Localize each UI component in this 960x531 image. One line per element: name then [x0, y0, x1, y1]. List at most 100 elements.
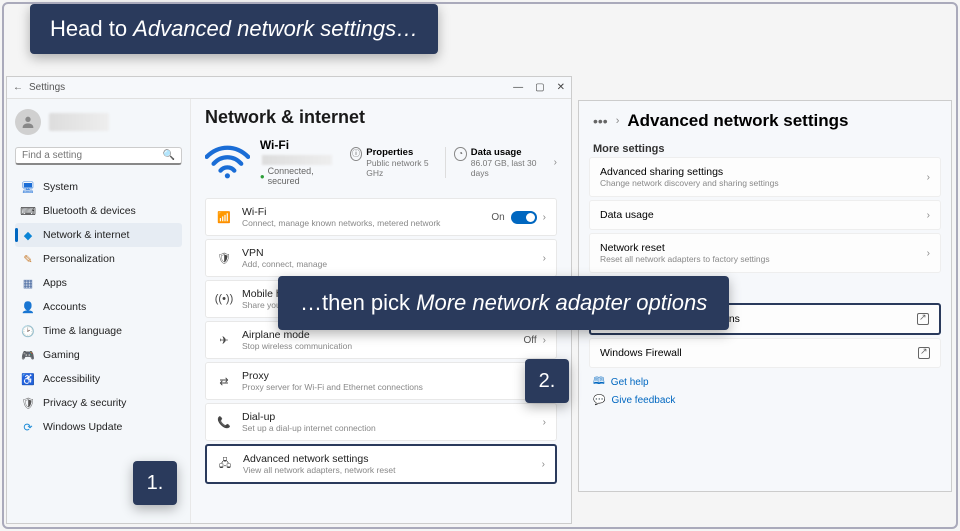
info-icon: ⓘ	[350, 147, 362, 161]
row-subtitle: Add, connect, manage	[242, 259, 533, 269]
feedback-icon: 💬	[593, 395, 605, 406]
row-title: Data usage	[600, 209, 927, 221]
maximize-icon[interactable]: ▢	[535, 82, 544, 93]
row-data-usage[interactable]: Data usage›	[589, 200, 941, 230]
nav-icon: 🕑	[21, 324, 35, 338]
row-network-reset[interactable]: Network resetReset all network adapters …	[589, 233, 941, 273]
wifi-icon: 📶	[216, 209, 232, 225]
chart-icon: ◔	[454, 147, 466, 161]
properties-label: Properties	[366, 147, 437, 158]
proxy-icon: ⇄	[216, 373, 232, 389]
external-link-icon	[917, 313, 929, 325]
close-icon[interactable]: ✕	[557, 82, 565, 93]
hotspot-icon: ((•))	[216, 291, 232, 307]
give-feedback-link[interactable]: 💬 Give feedback	[593, 395, 937, 406]
chevron-right-icon: ›	[927, 172, 930, 183]
properties-button[interactable]: ⓘ PropertiesPublic network 5 GHz	[342, 147, 438, 178]
nav-icon: 🛡	[21, 396, 35, 410]
nav-label: Accounts	[43, 301, 86, 313]
row-title: Dial-up	[242, 411, 533, 423]
chevron-right-icon: ›	[616, 115, 620, 127]
row-title: Network reset	[600, 242, 927, 254]
minimize-icon[interactable]: —	[513, 82, 523, 93]
row-advanced-sharing-settings[interactable]: Advanced sharing settingsChange network …	[589, 157, 941, 197]
data-usage-button[interactable]: ◔ Data usage86.07 GB, last 30 days	[445, 147, 545, 178]
row-subtitle: Proxy server for Wi-Fi and Ethernet conn…	[242, 382, 533, 392]
get-help-link[interactable]: 🕮Get help	[593, 374, 937, 391]
ssid-redacted	[262, 155, 332, 165]
sidebar-item-accounts[interactable]: 👤 Accounts	[15, 295, 182, 319]
nav-icon: 🎮	[21, 348, 35, 362]
nav-label: Apps	[43, 277, 67, 289]
callout2-text-pre: …then pick	[300, 290, 416, 315]
sidebar-item-system[interactable]: 🖥 System	[15, 175, 182, 199]
nav-icon: 🖥	[21, 180, 35, 194]
sidebar-item-windows-update[interactable]: ⟳Windows Update	[15, 415, 182, 439]
avatar-icon	[15, 109, 41, 135]
row-title: Airplane mode	[242, 329, 514, 341]
chevron-right-icon: ›	[543, 335, 546, 346]
chevron-right-icon[interactable]: ›	[554, 157, 557, 168]
callout1-text-em: Advanced network settings…	[133, 16, 418, 41]
nav-icon: ⌨	[21, 204, 35, 218]
nav-icon: ♿	[21, 372, 35, 386]
row-proxy[interactable]: ⇄ ProxyProxy server for Wi-Fi and Ethern…	[205, 362, 557, 400]
wifi-icon	[205, 143, 250, 181]
chevron-right-icon: ›	[543, 253, 546, 264]
row-subtitle: Stop wireless communication	[242, 341, 514, 351]
callout-step1: Head to Advanced network settings…	[30, 4, 438, 54]
callout-step2: …then pick More network adapter options	[278, 276, 729, 330]
sidebar-item-personalization[interactable]: ✎Personalization	[15, 247, 182, 271]
nav-label: Network & internet	[43, 229, 129, 241]
nav-label: Personalization	[43, 253, 115, 265]
vpn-icon: 🛡	[216, 250, 232, 266]
nav-icon: 👤	[21, 300, 35, 314]
dialup-icon: 📞	[216, 414, 232, 430]
row-wi-fi[interactable]: 📶 Wi-FiConnect, manage known networks, m…	[205, 198, 557, 236]
breadcrumb-overflow-icon[interactable]: •••	[593, 113, 608, 129]
sidebar-item-gaming[interactable]: 🎮Gaming	[15, 343, 182, 367]
datausage-sub: 86.07 GB, last 30 days	[471, 158, 546, 178]
search-field[interactable]	[22, 150, 163, 161]
row-subtitle: Connect, manage known networks, metered …	[242, 218, 481, 228]
breadcrumb: ••• › Advanced network settings	[579, 101, 951, 137]
sidebar-item-privacy-security[interactable]: 🛡 Privacy & security	[15, 391, 182, 415]
nav-icon: ▦	[21, 276, 35, 290]
nav-list: 🖥 System ⌨Bluetooth & devices◆Network & in…	[15, 175, 182, 439]
row-advanced-network-settings[interactable]: 🖧 Advanced network settingsView all netw…	[205, 444, 557, 484]
sidebar-item-accessibility[interactable]: ♿ Accessibility	[15, 367, 182, 391]
sidebar-item-apps[interactable]: ▦ Apps	[15, 271, 182, 295]
row-title: Advanced sharing settings	[600, 166, 927, 178]
give-feedback-label: Give feedback	[611, 395, 675, 406]
row-state: Off	[524, 335, 537, 346]
nav-label: Privacy & security	[43, 397, 126, 409]
nav-label: System	[43, 181, 78, 193]
back-icon[interactable]: ←	[13, 82, 23, 93]
chevron-right-icon: ›	[927, 248, 930, 259]
sidebar-item-bluetooth-devices[interactable]: ⌨Bluetooth & devices	[15, 199, 182, 223]
wifi-label: Wi-Fi	[260, 138, 289, 152]
row-subtitle: Reset all network adapters to factory se…	[600, 254, 927, 264]
toggle-switch[interactable]	[511, 211, 537, 224]
profile-name-redacted	[49, 113, 109, 131]
wifi-hero: Wi-Fi ●Connected, secured ⓘ PropertiesPu…	[205, 138, 557, 186]
row-dial-up[interactable]: 📞 Dial-upSet up a dial-up internet conne…	[205, 403, 557, 441]
breadcrumb-current: Advanced network settings	[627, 111, 848, 131]
external-link-icon	[918, 347, 930, 359]
search-input[interactable]: 🔍	[15, 147, 182, 165]
sidebar: 🔍 🖥 System ⌨Bluetooth & devices◆Network & …	[7, 99, 191, 523]
sidebar-item-network-internet[interactable]: ◆Network & internet	[15, 223, 182, 247]
wifi-status-text: Connected, secured	[268, 166, 332, 186]
sidebar-item-time-language[interactable]: 🕑Time & language	[15, 319, 182, 343]
row-vpn[interactable]: 🛡 VPNAdd, connect, manage ›	[205, 239, 557, 277]
airplane-icon: ✈	[216, 332, 232, 348]
chevron-right-icon: ›	[927, 210, 930, 221]
profile-block[interactable]	[15, 107, 182, 137]
chevron-right-icon: ›	[542, 459, 545, 470]
datausage-label: Data usage	[471, 147, 546, 158]
callout1-text-pre: Head to	[50, 16, 133, 41]
status-dot-icon: ●	[260, 172, 265, 181]
nav-label: Accessibility	[43, 373, 100, 385]
row-windows-firewall[interactable]: Windows Firewall	[589, 338, 941, 368]
settings-rows: 📶 Wi-FiConnect, manage known networks, m…	[205, 198, 557, 484]
